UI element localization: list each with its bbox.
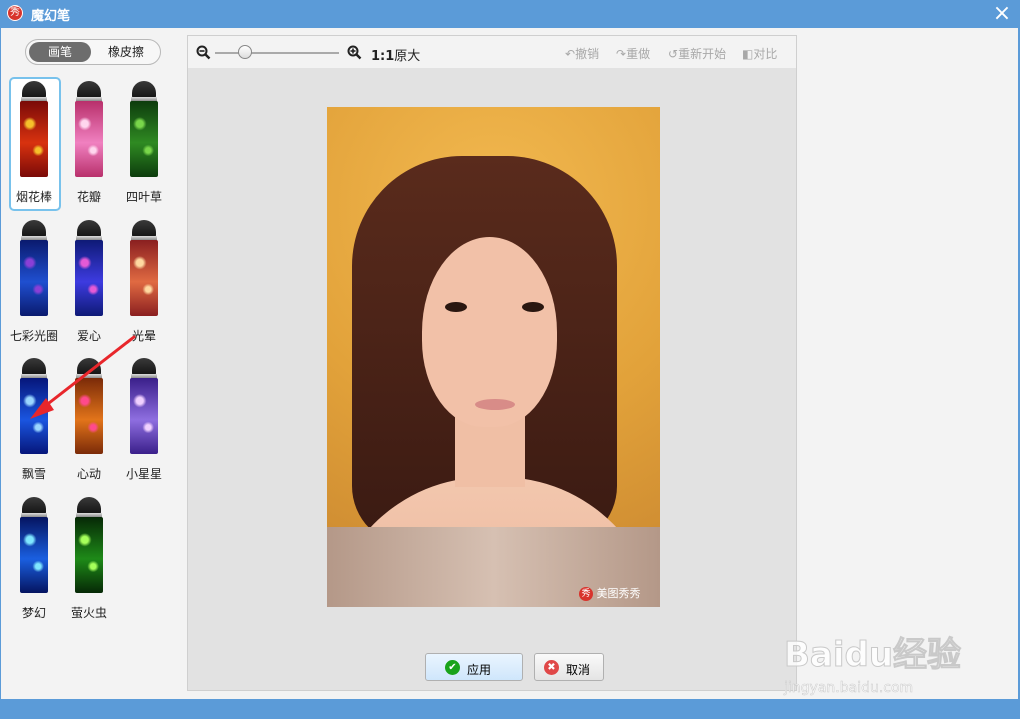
brush-label: 光晕 — [131, 329, 156, 343]
redo-icon: ↷ — [616, 47, 627, 61]
photo-eye-right — [522, 302, 544, 312]
meitu-logo-icon: 秀 — [7, 5, 23, 21]
brush-tube — [130, 240, 158, 316]
canvas-toolbar: 1:1原大 ↶撤销 ↷重做 ↺重新开始 ◧对比 — [188, 36, 796, 68]
cancel-button[interactable]: ✖ 取消 — [534, 653, 604, 681]
close-circle-icon: ✖ — [544, 660, 559, 675]
brush-tube — [75, 378, 103, 454]
brush-mode-tab[interactable]: 画笔 — [29, 42, 91, 62]
window-bottom-border — [0, 699, 1020, 719]
brush-label: 四叶草 — [125, 190, 162, 204]
canvas-panel: 1:1原大 ↶撤销 ↷重做 ↺重新开始 ◧对比 秀 美图秀秀 — [187, 35, 797, 691]
mode-toggle: 画笔 橡皮擦 — [25, 39, 161, 65]
compare-label: 对比 — [753, 47, 778, 61]
restart-icon: ↺ — [668, 47, 679, 61]
zoom-out-icon[interactable] — [196, 45, 211, 64]
compare-icon: ◧ — [742, 47, 754, 61]
window-title: 魔幻笔 — [31, 9, 71, 24]
meitu-logo-icon: 秀 — [579, 587, 593, 601]
brush-tube — [130, 101, 158, 177]
photo-eye-left — [445, 302, 467, 312]
apply-label: 应用 — [467, 663, 492, 677]
photo-mouth — [475, 399, 515, 410]
brush-item-stars[interactable]: 小星星 — [125, 358, 181, 490]
zoom-in-icon[interactable] — [347, 45, 362, 64]
brush-tube — [20, 101, 48, 177]
brush-tube — [20, 240, 48, 316]
brush-label: 萤火虫 — [70, 606, 107, 620]
title-bar: 秀 魔幻笔 × — [0, 0, 1020, 28]
brush-item-firefly[interactable]: 萤火虫 — [70, 497, 126, 629]
brush-tube — [75, 101, 103, 177]
dialog-body: 画笔 橡皮擦 烟花棒 花瓣 四叶草 七彩光圈 爱心 光晕 飘雪 心动 小星星 梦… — [1, 28, 1018, 699]
photo-canvas[interactable]: 秀 美图秀秀 — [327, 107, 660, 607]
zoom-ratio: 1:1 — [371, 49, 395, 64]
undo-icon: ↶ — [565, 47, 576, 61]
apply-button[interactable]: ✔ 应用 — [425, 653, 523, 681]
restart-label: 重新开始 — [678, 47, 727, 61]
check-icon: ✔ — [445, 660, 460, 675]
compare-button[interactable]: ◧对比 — [742, 45, 777, 62]
undo-button[interactable]: ↶撤销 — [565, 45, 599, 62]
zoom-slider-handle[interactable] — [238, 45, 252, 59]
zoom-slider[interactable] — [215, 52, 339, 54]
restart-button[interactable]: ↺重新开始 — [668, 45, 726, 62]
brush-item-clover[interactable]: 四叶草 — [125, 81, 181, 213]
brush-item-halo[interactable]: 光晕 — [125, 220, 181, 352]
actual-size-button[interactable]: 1:1原大 — [371, 45, 420, 64]
redo-label: 重做 — [626, 47, 651, 61]
undo-label: 撤销 — [575, 47, 600, 61]
photo-watermark-text: 美图秀秀 — [596, 587, 641, 600]
original-size-label: 原大 — [394, 49, 421, 64]
brush-tube — [130, 378, 158, 454]
brush-tube — [20, 517, 48, 593]
cancel-label: 取消 — [566, 663, 591, 677]
redo-button[interactable]: ↷重做 — [616, 45, 650, 62]
brush-tube — [75, 517, 103, 593]
photo-watermark: 秀 美图秀秀 — [579, 585, 641, 601]
close-button[interactable]: × — [990, 2, 1014, 26]
brush-tube — [75, 240, 103, 316]
brush-label: 小星星 — [125, 467, 162, 481]
eraser-mode-tab[interactable]: 橡皮擦 — [96, 42, 156, 62]
brush-tube — [20, 378, 48, 454]
